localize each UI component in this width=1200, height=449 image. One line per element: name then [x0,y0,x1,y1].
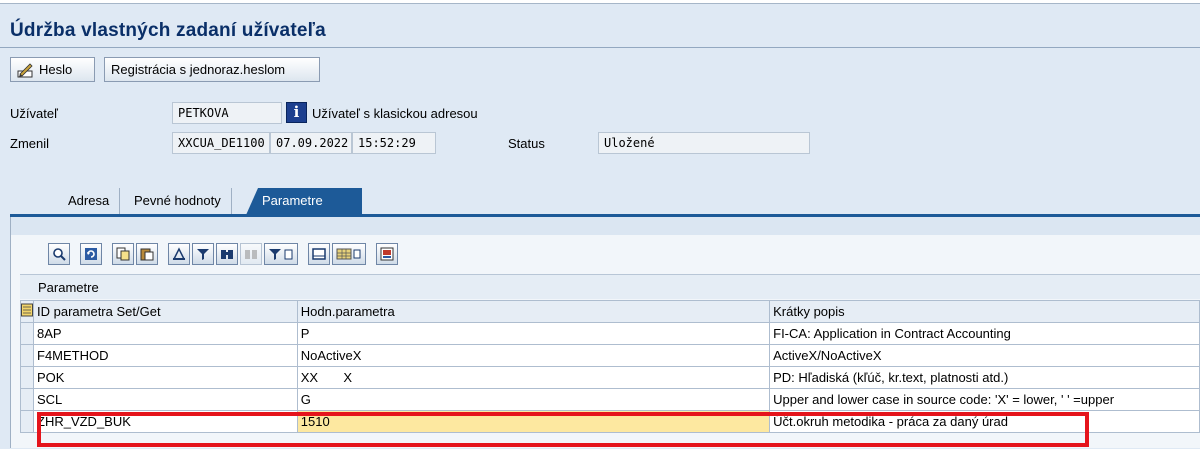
user-type-text: Užívateľ s klasickou adresou [312,106,478,121]
print-icon[interactable] [168,242,190,265]
details-icon[interactable] [48,242,70,265]
password-button[interactable]: Heslo [10,57,95,82]
parameter-description-cell: PD: Hľadiská (kľúč, kr.text, platnosti a… [769,366,1200,389]
excel-icon[interactable] [376,242,398,265]
set-filter-icon[interactable] [264,242,298,265]
highlight-annotation-box [37,412,1089,447]
table-row: POK XX X PD: Hľadiská (kľúč, kr.text, pl… [20,366,1200,389]
parameter-description-cell: ActiveX/NoActiveX [769,344,1200,367]
row-selector[interactable] [20,344,34,367]
tab-address[interactable]: Adresa [58,188,121,215]
changed-by-field: XXCUA_DE1100 [172,132,270,154]
parameter-description-cell: Upper and lower case in source code: 'X'… [769,388,1200,411]
find-next-icon [240,242,262,265]
row-selector[interactable] [20,322,34,345]
refresh-icon[interactable] [80,242,102,265]
filter-icon[interactable] [192,242,214,265]
changed-by-label: Zmenil [10,136,50,151]
title-divider [0,47,1200,48]
table-row: SCL G Upper and lower case in source cod… [20,388,1200,411]
parameter-value-cell[interactable]: XX X [296,366,771,389]
find-icon[interactable] [216,242,238,265]
select-all-icon[interactable] [20,300,34,323]
column-header-id[interactable]: ID parametra Set/Get [33,300,298,323]
tab-parameters[interactable]: Parametre [246,188,362,215]
pen-signature-icon [17,62,35,78]
parameter-value-cell[interactable]: G [296,388,771,411]
parameter-value-cell[interactable]: NoActiveX [296,344,771,367]
grid-toolbar [48,241,398,266]
row-selector[interactable] [20,410,34,433]
info-icon[interactable]: i [286,102,307,123]
parameter-id-cell[interactable]: 8AP [33,322,298,345]
one-time-password-label: Registrácia s jednoraz.heslom [111,62,286,77]
column-header-description[interactable]: Krátky popis [769,300,1200,323]
changed-time-field: 15:52:29 [352,132,436,154]
tab-fixed-values[interactable]: Pevné hodnoty [124,188,232,215]
panel-header-band [10,217,1200,235]
page-title: Údržba vlastných zadaní užívateľa [10,20,326,41]
user-field: PETKOVA [172,102,282,124]
table-row: F4METHOD NoActiveX ActiveX/NoActiveX [20,344,1200,367]
row-selector[interactable] [20,388,34,411]
password-button-label: Heslo [39,62,73,77]
window-top-edge [0,0,1200,4]
paste-icon[interactable] [136,242,158,265]
table-header-row: ID parametra Set/Get Hodn.parametra Krát… [20,300,1200,323]
parameter-value-cell[interactable]: P [296,322,771,345]
export-icon[interactable] [308,242,330,265]
row-selector[interactable] [20,366,34,389]
status-field: Uložené [598,132,810,154]
parameter-description-cell: FI-CA: Application in Contract Accountin… [769,322,1200,345]
grid-caption: Parametre [20,274,1200,299]
column-header-value[interactable]: Hodn.parametra [296,300,771,323]
status-label: Status [508,136,545,151]
changed-date-field: 07.09.2022 [270,132,352,154]
copy-icon[interactable] [112,242,134,265]
parameter-id-cell[interactable]: POK [33,366,298,389]
table-row: 8AP P FI-CA: Application in Contract Acc… [20,322,1200,345]
parameter-id-cell[interactable]: SCL [33,388,298,411]
one-time-password-button[interactable]: Registrácia s jednoraz.heslom [104,57,320,82]
parameter-id-cell[interactable]: F4METHOD [33,344,298,367]
user-label: Užívateľ [10,106,58,121]
layout-icon[interactable] [332,242,366,265]
